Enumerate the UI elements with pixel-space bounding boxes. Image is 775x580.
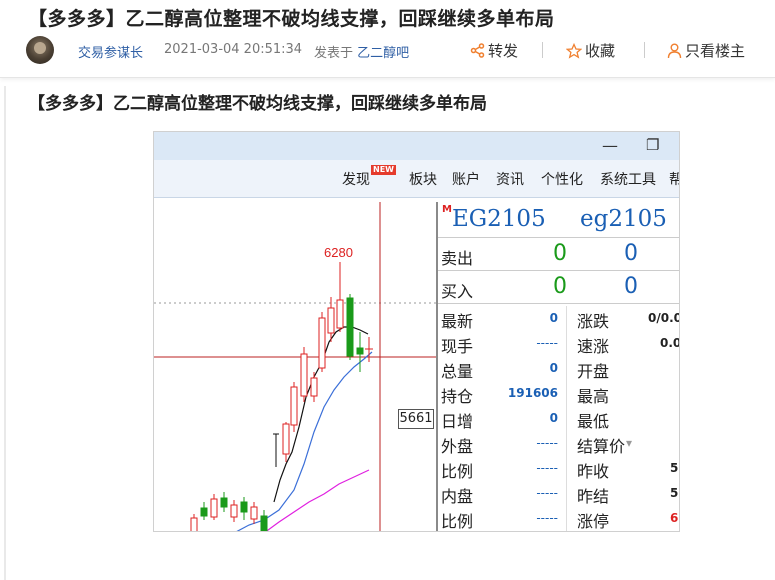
high-label: 6280 <box>324 245 353 260</box>
quote-stat-row: 持仓 191606 最高 <box>438 381 679 406</box>
stat-value: 57 <box>670 461 679 475</box>
owner-only-label: 只看楼主 <box>685 42 746 60</box>
menu-item-sector: 板块 <box>409 172 437 188</box>
post-title: 【多多多】乙二醇高位整理不破均线支撑，回踩继续多单布局 <box>28 8 555 30</box>
author-avatar[interactable] <box>26 36 54 64</box>
stat-label: 结算价 <box>577 437 626 456</box>
stat-label: 内盘 <box>441 487 474 506</box>
stat-label: 涨停 <box>577 512 610 531</box>
favorite-label: 收藏 <box>585 42 616 60</box>
stat-value: ----- <box>536 436 558 450</box>
stat-value: 62 <box>670 511 679 525</box>
owner-only-button[interactable]: 只看楼主 <box>667 40 745 61</box>
body-title: 【多多多】乙二醇高位整理不破均线支撑，回踩继续多单布局 <box>28 94 487 114</box>
stat-value: 191606 <box>507 386 558 400</box>
stat-label: 最新 <box>441 312 474 331</box>
quote-header: M EG2105 eg2105 <box>438 202 679 238</box>
quote-stat-row: 现手 ----- 速涨 0.0 <box>438 331 680 356</box>
buy-volume: 0 <box>624 274 638 299</box>
forum-link[interactable]: 乙二醇吧 <box>357 46 409 61</box>
quote-stat-row: 内盘 ----- 昨结 57 <box>438 481 679 506</box>
menu-item-label: 发现 <box>342 172 370 188</box>
restore-icon: ❐ <box>646 136 660 154</box>
contract-code-upper: EG2105 <box>452 206 546 232</box>
menu-item-system-tools: 系统工具 <box>600 172 656 188</box>
star-icon <box>566 42 582 59</box>
favorite-button[interactable]: 收藏 <box>566 40 615 61</box>
stat-label: 现手 <box>441 337 474 356</box>
contract-code-lower: eg2105 <box>580 206 667 232</box>
quote-panel: M EG2105 eg2105 卖出 0 0 买入 0 0 最新 0 涨跌 0/… <box>436 202 680 531</box>
stat-label: 比例 <box>441 462 474 481</box>
stat-label: 日增 <box>441 412 474 431</box>
stat-label: 速涨 <box>577 337 610 356</box>
kline-chart: 6280 5661 <box>154 202 436 531</box>
quote-stat-row: 比例 ----- 昨收 57 <box>438 456 679 481</box>
window-titlebar: — ❐ <box>154 132 679 160</box>
buy-row: 买入 0 0 <box>438 271 679 304</box>
content-left-rule <box>4 86 6 580</box>
kline-chart-svg: 6280 <box>154 202 436 531</box>
quote-stat-row: 最新 0 涨跌 0/0.0 <box>438 306 680 331</box>
menu-item-discover: 发现 NEW <box>342 165 396 189</box>
market-marker: M <box>442 204 452 215</box>
quote-stat-row: 比例 ----- 涨停 62 <box>438 506 679 531</box>
menu-bar: 发现 NEW 板块 账户 资讯 个性化 系统工具 帮 <box>154 160 679 198</box>
post-header: 【多多多】乙二醇高位整理不破均线支撑，回踩继续多单布局 交易参谋长 2021-0… <box>0 0 775 78</box>
share-button[interactable]: 转发 <box>470 40 518 61</box>
buy-price: 0 <box>553 274 567 299</box>
post-timestamp: 2021-03-04 20:51:34 <box>164 42 303 57</box>
stat-label: 比例 <box>441 512 474 531</box>
action-separator <box>644 42 645 58</box>
posted-in-label: 发表于 <box>314 46 354 61</box>
sell-price: 0 <box>553 241 567 266</box>
stat-value: ----- <box>536 511 558 525</box>
stat-value: 0/0.0 <box>648 311 680 325</box>
stat-value: 57 <box>670 486 679 500</box>
stat-label: 持仓 <box>441 387 474 406</box>
stat-value: 0 <box>549 311 558 325</box>
new-badge: NEW <box>371 165 396 175</box>
user-icon <box>667 43 682 58</box>
minimize-icon: — <box>602 136 618 155</box>
quote-stat-row: 日增 0 最低 <box>438 406 679 431</box>
stat-label: 昨结 <box>577 487 610 506</box>
share-icon <box>470 43 485 58</box>
stat-label: 最高 <box>577 387 610 406</box>
menu-item-personalize: 个性化 <box>541 172 583 188</box>
stat-label: 总量 <box>441 362 474 381</box>
stat-value: 0 <box>549 361 558 375</box>
crosshair-price-tag: 5661 <box>398 409 434 429</box>
stat-value: ----- <box>536 486 558 500</box>
quote-stat-row: 总量 0 开盘 <box>438 356 679 381</box>
posted-in: 发表于 乙二醇吧 <box>314 42 409 61</box>
action-separator <box>542 42 543 58</box>
sell-label: 卖出 <box>441 249 474 268</box>
stat-label: 开盘 <box>577 362 610 381</box>
stat-value: ----- <box>536 336 558 350</box>
trading-software-screenshot: — ❐ 发现 NEW 板块 账户 资讯 个性化 系统工具 帮 <box>153 131 680 532</box>
buy-label: 买入 <box>441 282 474 301</box>
stat-value: 0 <box>549 411 558 425</box>
menu-item-account: 账户 <box>452 172 480 188</box>
sell-row: 卖出 0 0 <box>438 238 679 271</box>
stat-label: 涨跌 <box>577 312 610 331</box>
menu-item-news: 资讯 <box>496 172 524 188</box>
forum-post-page: 【多多多】乙二醇高位整理不破均线支撑，回踩继续多单布局 交易参谋长 2021-0… <box>0 0 775 580</box>
stat-label: 昨收 <box>577 462 610 481</box>
stat-label: 最低 <box>577 412 610 431</box>
menu-item-help: 帮 <box>669 169 679 189</box>
share-label: 转发 <box>488 42 519 60</box>
sell-volume: 0 <box>624 241 638 266</box>
stat-value: ----- <box>536 461 558 475</box>
stat-label: 外盘 <box>441 437 474 456</box>
stat-value: 0.0 <box>660 336 680 350</box>
quote-stat-row: 外盘 ----- 结算价 ▾ <box>438 431 679 456</box>
chevron-down-icon: ▾ <box>626 436 633 450</box>
author-link[interactable]: 交易参谋长 <box>78 42 143 61</box>
